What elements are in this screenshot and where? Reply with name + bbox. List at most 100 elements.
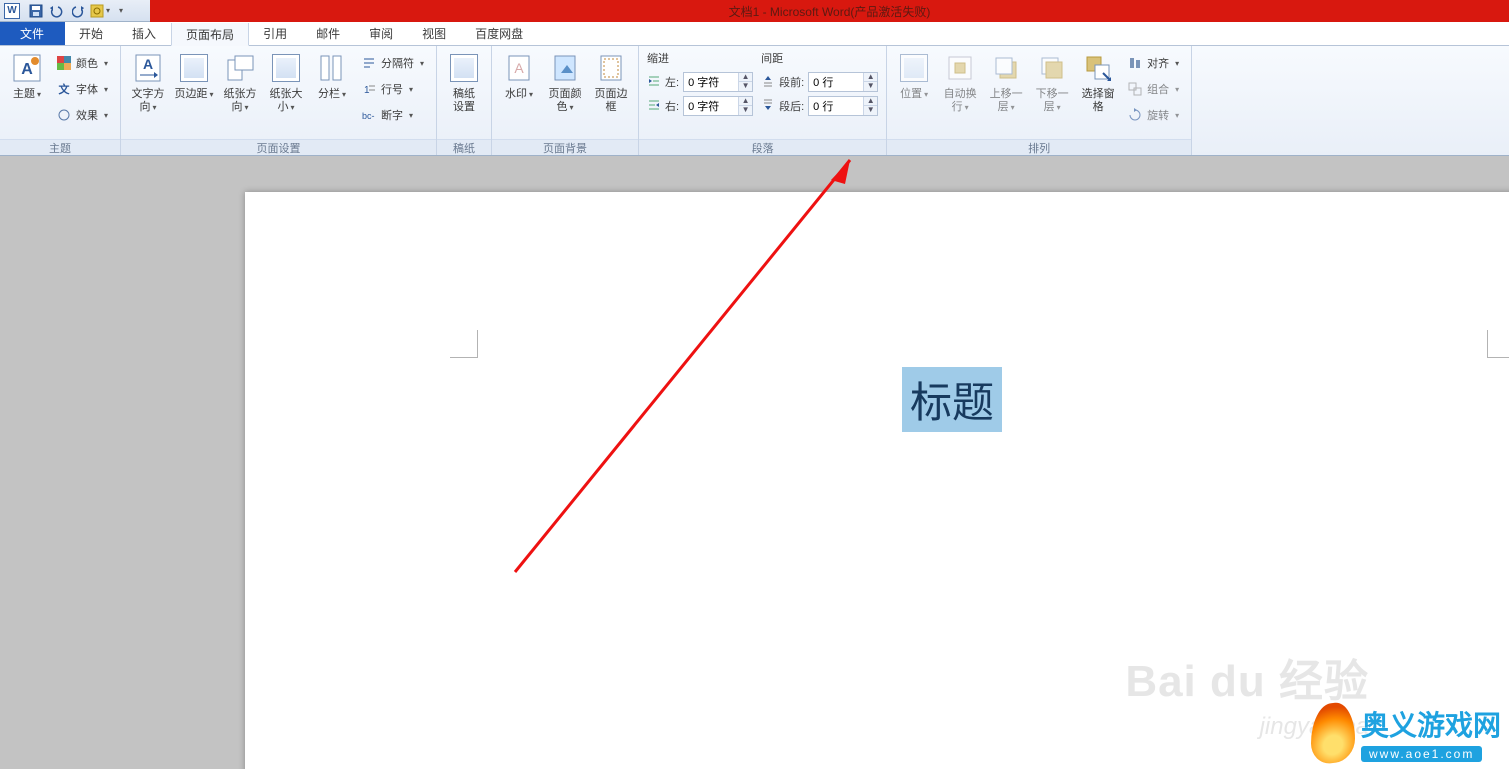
tab-page-layout[interactable]: 页面布局 xyxy=(171,23,249,46)
spin-down[interactable]: ▼ xyxy=(863,106,877,115)
ribbon: A 主题▾ 颜色▾ 文 字体▾ 效果▾ 主题 xyxy=(0,46,1509,156)
margins-button[interactable]: 页边距▾ xyxy=(171,48,217,114)
breaks-button[interactable]: 分隔符▾ xyxy=(357,52,428,74)
page-borders-button[interactable]: 页面边框 xyxy=(588,48,634,114)
break-icon xyxy=(361,55,377,71)
spacing-after-icon xyxy=(761,98,775,115)
line-numbers-button[interactable]: 1 行号▾ xyxy=(357,78,428,100)
spacing-before-spinner[interactable]: ▲▼ xyxy=(808,72,878,92)
indent-header: 缩进 xyxy=(647,50,753,66)
bring-forward-button[interactable]: 上移一层▾ xyxy=(983,48,1029,114)
flame-icon xyxy=(1311,701,1355,766)
indent-right-label: 右: xyxy=(665,98,679,114)
indent-column: 缩进 左: ▲▼ 右: ▲▼ xyxy=(643,48,757,118)
theme-colors-button[interactable]: 颜色▾ xyxy=(52,52,112,74)
margin-mark-top-left xyxy=(450,330,478,358)
theme-colors-label: 颜色 xyxy=(76,55,98,71)
hyphenation-button[interactable]: bc- 断字▾ xyxy=(357,104,428,126)
page-icon xyxy=(180,54,208,82)
spacing-before-input[interactable] xyxy=(809,76,863,88)
svg-text:A: A xyxy=(21,61,33,78)
selection-pane-button[interactable]: 选择窗格 xyxy=(1075,48,1121,114)
bring-forward-label: 上移一层 xyxy=(990,88,1023,113)
theme-effects-label: 效果 xyxy=(76,107,98,123)
group-page-setup-label: 页面设置 xyxy=(121,139,436,155)
page-color-button[interactable]: 页面颜色▾ xyxy=(542,48,588,114)
text-direction-button[interactable]: A 文字方向▾ xyxy=(125,48,171,114)
spacing-column: 间距 段前: ▲▼ 段后: ▲▼ xyxy=(757,48,882,118)
theme-effects-button[interactable]: 效果▾ xyxy=(52,104,112,126)
send-backward-label: 下移一层 xyxy=(1036,88,1069,113)
svg-text:A: A xyxy=(143,56,153,72)
spacing-after-spinner[interactable]: ▲▼ xyxy=(808,96,878,116)
tab-insert[interactable]: 插入 xyxy=(118,22,171,45)
spin-down[interactable]: ▼ xyxy=(738,106,752,115)
tab-review[interactable]: 审阅 xyxy=(355,22,408,45)
tab-references[interactable]: 引用 xyxy=(249,22,302,45)
columns-button[interactable]: 分栏▾ xyxy=(309,48,355,114)
group-paragraph-label: 段落 xyxy=(639,139,886,155)
tab-mailings[interactable]: 邮件 xyxy=(302,22,355,45)
page-icon xyxy=(272,54,300,82)
title-bar: 文档1 - Microsoft Word(产品激活失败) xyxy=(150,0,1509,22)
spacing-before-icon xyxy=(761,74,775,91)
size-button[interactable]: 纸张大小▾ xyxy=(263,48,309,114)
spin-down[interactable]: ▼ xyxy=(863,82,877,91)
theme-fonts-button[interactable]: 文 字体▾ xyxy=(52,78,112,100)
spacing-after-input[interactable] xyxy=(809,100,863,112)
breaks-label: 分隔符 xyxy=(381,55,414,71)
spin-down[interactable]: ▼ xyxy=(738,82,752,91)
undo-button[interactable] xyxy=(46,2,66,20)
spacing-header: 间距 xyxy=(761,50,878,66)
rotate-button[interactable]: 旋转▾ xyxy=(1123,104,1183,126)
group-page-setup: A 文字方向▾ 页边距▾ 纸张方向▾ 纸张大小▾ 分栏▾ xyxy=(121,46,437,155)
tab-baidu-netdisk[interactable]: 百度网盘 xyxy=(461,22,538,45)
indent-left-icon xyxy=(647,74,661,91)
group-objects-button[interactable]: 组合▾ xyxy=(1123,78,1183,100)
group-objects-label: 组合 xyxy=(1147,81,1169,97)
hyphenation-label: 断字 xyxy=(381,107,403,123)
group-page-background-label: 页面背景 xyxy=(492,139,638,155)
word-app-icon: W xyxy=(4,3,20,19)
document-heading-selected[interactable]: 标题 xyxy=(902,367,1002,432)
orientation-button[interactable]: 纸张方向▾ xyxy=(217,48,263,114)
indent-right-input[interactable] xyxy=(684,100,738,112)
qat-custom-button[interactable]: ▾ xyxy=(90,2,110,20)
group-theme: A 主题▾ 颜色▾ 文 字体▾ 效果▾ 主题 xyxy=(0,46,121,155)
wrap-text-button[interactable]: 自动换行▾ xyxy=(937,48,983,114)
position-button[interactable]: 位置▾ xyxy=(891,48,937,114)
qat-customize-dropdown[interactable]: ▾ xyxy=(110,2,130,20)
spacing-after-label: 段后: xyxy=(779,98,804,114)
annotation-arrow xyxy=(505,156,885,582)
spacing-before-label: 段前: xyxy=(779,74,804,90)
watermark-button[interactable]: A 水印▾ xyxy=(496,48,542,114)
watermark-aoe-cn: 奥义游戏网 xyxy=(1361,704,1501,744)
themes-label: 主题 xyxy=(13,88,35,100)
page-borders-label: 页面边框 xyxy=(590,88,632,114)
group-arrange-label: 排列 xyxy=(887,139,1191,155)
tab-home[interactable]: 开始 xyxy=(65,22,118,45)
themes-button[interactable]: A 主题▾ xyxy=(4,48,50,114)
line-numbers-icon: 1 xyxy=(361,81,377,97)
text-direction-label: 文字方向 xyxy=(132,88,165,113)
send-backward-button[interactable]: 下移一层▾ xyxy=(1029,48,1075,114)
tab-view[interactable]: 视图 xyxy=(408,22,461,45)
group-draft-label: 稿纸 xyxy=(437,139,491,155)
watermark-baidu: Bai du 经验 xyxy=(1125,645,1369,709)
align-icon xyxy=(1127,55,1143,71)
tab-file[interactable]: 文件 xyxy=(0,22,65,45)
indent-right-icon xyxy=(647,98,661,115)
redo-button[interactable] xyxy=(70,2,90,20)
draft-settings-button[interactable]: 稿纸 设置 xyxy=(441,48,487,114)
page-color-label: 页面颜色 xyxy=(549,88,582,113)
font-icon: 文 xyxy=(56,81,72,97)
selection-pane-label: 选择窗格 xyxy=(1077,88,1119,114)
save-button[interactable] xyxy=(26,2,46,20)
indent-right-spinner[interactable]: ▲▼ xyxy=(683,96,753,116)
indent-left-label: 左: xyxy=(665,74,679,90)
ribbon-tabs: 文件 开始 插入 页面布局 引用 邮件 审阅 视图 百度网盘 xyxy=(0,22,1509,46)
indent-left-spinner[interactable]: ▲▼ xyxy=(683,72,753,92)
indent-left-input[interactable] xyxy=(684,76,738,88)
align-button[interactable]: 对齐▾ xyxy=(1123,52,1183,74)
group-theme-label: 主题 xyxy=(0,139,120,155)
